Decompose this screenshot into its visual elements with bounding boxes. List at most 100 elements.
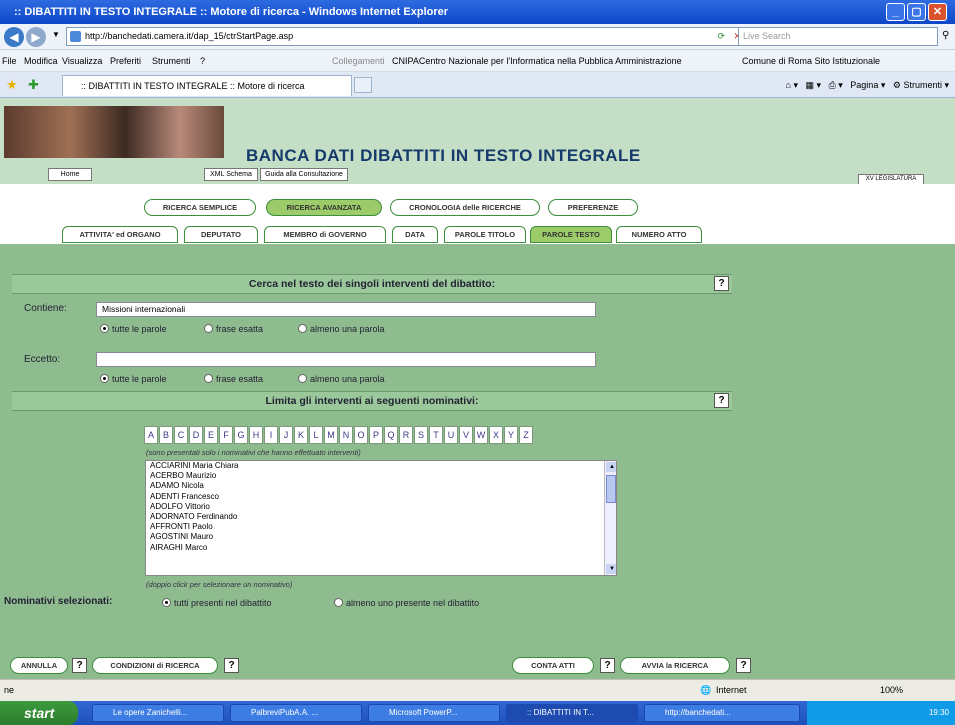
link-comune-roma[interactable]: Comune di Roma Sito Istituzionale — [742, 50, 880, 72]
except-radio-all[interactable]: tutte le parole — [100, 373, 167, 385]
mode-cronologia[interactable]: CRONOLOGIA delle RICERCHE — [390, 199, 540, 216]
alphabet-letter-q[interactable]: Q — [384, 426, 398, 444]
except-input[interactable] — [96, 352, 596, 367]
feeds-icon[interactable]: ▦ ▾ — [806, 80, 822, 90]
help-button-count[interactable]: ? — [600, 658, 615, 673]
alphabet-letter-n[interactable]: N — [339, 426, 353, 444]
alphabet-letter-g[interactable]: G — [234, 426, 248, 444]
selected-radio-any[interactable]: almeno uno presente nel dibattito — [334, 597, 479, 609]
home-icon[interactable]: ⌂ ▾ — [786, 80, 798, 90]
tab-deputato[interactable]: DEPUTATO — [184, 226, 258, 243]
alphabet-letter-f[interactable]: F — [219, 426, 233, 444]
alphabet-letter-s[interactable]: S — [414, 426, 428, 444]
run-search-button[interactable]: AVVIA la RICERCA — [620, 657, 730, 674]
scroll-down-icon[interactable]: ▼ — [606, 564, 616, 574]
tab-parole-testo[interactable]: PAROLE TESTO — [530, 226, 612, 243]
list-item[interactable]: ADORNATO Ferdinando — [148, 512, 616, 522]
tab-data[interactable]: DATA — [392, 226, 438, 243]
print-icon[interactable]: ⎙ ▾ — [829, 80, 843, 90]
close-button[interactable]: ✕ — [928, 3, 947, 21]
home-link[interactable]: Home — [48, 168, 92, 181]
url-input[interactable]: http://banchedati.camera.it/dap_15/ctrSt… — [66, 27, 746, 46]
tab-attivita-organo[interactable]: ATTIVITA' ed ORGANO — [62, 226, 178, 243]
link-cnipa[interactable]: CNIPACentro Nazionale per l'Informatica … — [392, 50, 682, 72]
tab-parole-titolo[interactable]: PAROLE TITOLO — [444, 226, 526, 243]
add-favorite-icon[interactable]: ✚ — [28, 77, 39, 93]
page-menu[interactable]: Pagina ▾ — [850, 80, 885, 90]
list-item[interactable]: ADOLFO Vittorio — [148, 502, 616, 512]
task-item[interactable]: Le opere Zanichelli... — [92, 704, 224, 722]
menu-help[interactable]: ? — [200, 50, 205, 72]
back-button[interactable]: ◀ — [4, 27, 24, 47]
except-radio-exact[interactable]: frase esatta — [204, 373, 263, 385]
history-dropdown-icon[interactable]: ▼ — [52, 30, 60, 39]
alphabet-letter-j[interactable]: J — [279, 426, 293, 444]
list-item[interactable]: AFFRONTI Paolo — [148, 522, 616, 532]
menu-visualizza[interactable]: Visualizza — [62, 50, 102, 72]
alphabet-letter-t[interactable]: T — [429, 426, 443, 444]
alphabet-letter-x[interactable]: X — [489, 426, 503, 444]
tab-numero-atto[interactable]: NUMERO ATTO — [616, 226, 702, 243]
refresh-icon[interactable]: ⟳ — [717, 28, 725, 45]
list-item[interactable]: AGOSTINI Mauro — [148, 532, 616, 542]
new-tab-button[interactable] — [354, 77, 372, 93]
contains-radio-exact[interactable]: frase esatta — [204, 323, 263, 335]
help-button-conditions[interactable]: ? — [224, 658, 239, 673]
maximize-button[interactable]: ▢ — [907, 3, 926, 21]
conditions-button[interactable]: CONDIZIONI di RICERCA — [92, 657, 218, 674]
alphabet-letter-b[interactable]: B — [159, 426, 173, 444]
help-button-run[interactable]: ? — [736, 658, 751, 673]
listbox-scrollbar[interactable]: ▲ ▼ — [604, 461, 616, 575]
tools-menu[interactable]: ⚙ Strumenti ▾ — [893, 80, 949, 90]
task-item[interactable]: PalbreviPubA.A. ... — [230, 704, 362, 722]
alphabet-letter-i[interactable]: I — [264, 426, 278, 444]
alphabet-letter-y[interactable]: Y — [504, 426, 518, 444]
live-search-input[interactable]: Live Search — [738, 27, 938, 46]
menu-preferiti[interactable]: Preferiti — [110, 50, 141, 72]
task-item-active[interactable]: :: DIBATTITI IN T... — [506, 704, 638, 722]
alphabet-letter-w[interactable]: W — [474, 426, 488, 444]
scroll-up-icon[interactable]: ▲ — [606, 462, 616, 472]
mode-ricerca-avanzata[interactable]: RICERCA AVANZATA — [266, 199, 382, 216]
except-radio-any[interactable]: almeno una parola — [298, 373, 385, 385]
alphabet-letter-p[interactable]: P — [369, 426, 383, 444]
contains-radio-all[interactable]: tutte le parole — [100, 323, 167, 335]
alphabet-letter-a[interactable]: A — [144, 426, 158, 444]
count-button[interactable]: CONTA ATTI — [512, 657, 594, 674]
list-item[interactable]: ACCIARINI Maria Chiara — [148, 461, 616, 471]
alphabet-letter-r[interactable]: R — [399, 426, 413, 444]
alphabet-letter-z[interactable]: Z — [519, 426, 533, 444]
alphabet-letter-l[interactable]: L — [309, 426, 323, 444]
favorites-star-icon[interactable]: ★ — [6, 77, 18, 93]
alphabet-letter-d[interactable]: D — [189, 426, 203, 444]
tab-membro-governo[interactable]: MEMBRO di GOVERNO — [264, 226, 386, 243]
contains-radio-any[interactable]: almeno una parola — [298, 323, 385, 335]
task-item[interactable]: Microsoft PowerP... — [368, 704, 500, 722]
menu-modifica[interactable]: Modifica — [24, 50, 58, 72]
start-button[interactable]: start — [0, 701, 78, 725]
list-item[interactable]: ADENTI Francesco — [148, 492, 616, 502]
help-button-names[interactable]: ? — [714, 393, 729, 408]
names-listbox[interactable]: ACCIARINI Maria Chiara ACERBO Maurizio ADA… — [145, 460, 617, 576]
cancel-button[interactable]: ANNULLA — [10, 657, 68, 674]
alphabet-letter-h[interactable]: H — [249, 426, 263, 444]
alphabet-letter-e[interactable]: E — [204, 426, 218, 444]
alphabet-letter-o[interactable]: O — [354, 426, 368, 444]
help-button-cancel[interactable]: ? — [72, 658, 87, 673]
alphabet-letter-u[interactable]: U — [444, 426, 458, 444]
alphabet-letter-m[interactable]: M — [324, 426, 338, 444]
guide-link[interactable]: Guida alla Consultazione — [260, 168, 348, 181]
task-item[interactable]: http://banchedati... — [644, 704, 800, 722]
menu-strumenti[interactable]: Strumenti — [152, 50, 191, 72]
mode-ricerca-semplice[interactable]: RICERCA SEMPLICE — [144, 199, 256, 216]
scrollbar-thumb[interactable] — [606, 475, 616, 503]
selected-radio-all[interactable]: tutti presenti nel dibattito — [162, 597, 272, 609]
alphabet-letter-k[interactable]: K — [294, 426, 308, 444]
list-item[interactable]: ADAMO Nicola — [148, 481, 616, 491]
list-item[interactable]: AIRAGHI Marco — [148, 543, 616, 553]
list-item[interactable]: ACERBO Maurizio — [148, 471, 616, 481]
minimize-button[interactable]: _ — [886, 3, 905, 21]
alphabet-letter-c[interactable]: C — [174, 426, 188, 444]
browser-tab[interactable]: :: DIBATTITI IN TESTO INTEGRALE :: Motor… — [62, 75, 352, 96]
zoom-level[interactable]: 100% — [880, 680, 903, 700]
